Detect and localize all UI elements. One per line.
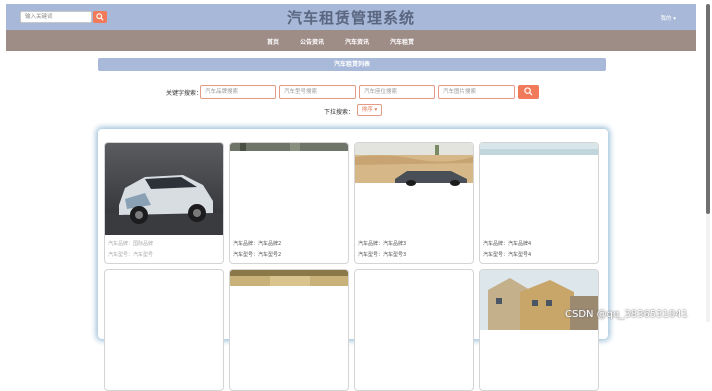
car-model: 汽车型号：汽车型号: [108, 252, 154, 258]
keyword-label: 关键字搜索：: [166, 90, 203, 97]
car-brand: 汽车品牌：汽车品牌2: [233, 241, 282, 247]
brand-search-input[interactable]: 汽车品牌搜索: [200, 85, 276, 99]
car-photo: [105, 143, 223, 235]
car-brand: 汽车品牌：汽车品牌3: [358, 241, 407, 247]
car-image: [230, 143, 348, 235]
nav-item-home[interactable]: 首页: [267, 37, 279, 46]
car-image: [480, 143, 598, 235]
car-card[interactable]: [229, 269, 349, 391]
car-card[interactable]: [104, 269, 224, 391]
nav-item-announcements[interactable]: 公告资讯: [300, 37, 324, 46]
search-icon: [524, 87, 533, 96]
car-brand: 汽车品牌：国际品牌: [108, 241, 154, 247]
main-nav: 首页 公告资讯 汽车资讯 汽车租赁: [6, 30, 696, 51]
image-search-input[interactable]: 汽车图片搜索: [438, 85, 515, 99]
seat-search-input[interactable]: 汽车座位搜索: [359, 85, 435, 99]
section-title: 汽车租赁列表: [98, 58, 606, 71]
nav-item-car-rental[interactable]: 汽车租赁: [390, 37, 414, 46]
car-model: 汽车型号：汽车型号2: [233, 252, 282, 258]
car-photo: [480, 270, 598, 330]
car-grid-panel: 汽车品牌：国际品牌 汽车型号：汽车型号 汽车品牌：汽车品牌2 汽车型号：汽车型号…: [98, 129, 608, 391]
car-photo: [230, 270, 348, 286]
car-photo: [355, 143, 473, 235]
car-model: 汽车型号：汽车型号4: [483, 252, 532, 258]
car-card[interactable]: [354, 269, 474, 391]
watermark: CSDN @qq_3836531041: [564, 309, 688, 320]
car-card[interactable]: 汽车品牌：汽车品牌3 汽车型号：汽车型号3: [354, 142, 474, 264]
car-card[interactable]: [479, 269, 599, 391]
page-scrollbar-thumb[interactable]: [706, 4, 710, 214]
car-card[interactable]: 汽车品牌：汽车品牌4 汽车型号：汽车型号4: [479, 142, 599, 264]
user-menu[interactable]: 我的 ▾: [660, 14, 676, 22]
site-header: 输入关键词 汽车租赁管理系统 我的 ▾: [6, 4, 696, 30]
car-card[interactable]: 汽车品牌：国际品牌 汽车型号：汽车型号: [104, 142, 224, 264]
car-image: [355, 143, 473, 235]
car-photo: [230, 143, 348, 235]
car-model: 汽车型号：汽车型号3: [358, 252, 407, 258]
sort-dropdown[interactable]: 排序 ▾: [357, 104, 382, 116]
car-card[interactable]: 汽车品牌：汽车品牌2 汽车型号：汽车型号2: [229, 142, 349, 264]
nav-item-car-news[interactable]: 汽车资讯: [345, 37, 369, 46]
dropdown-label: 下拉搜索：: [324, 109, 355, 116]
site-title: 汽车租赁管理系统: [286, 9, 415, 27]
model-search-input[interactable]: 汽车型号搜索: [279, 85, 356, 99]
car-brand: 汽车品牌：汽车品牌4: [483, 241, 532, 247]
car-photo: [480, 143, 598, 235]
car-image: [105, 143, 223, 235]
filter-search-button[interactable]: [518, 85, 539, 99]
